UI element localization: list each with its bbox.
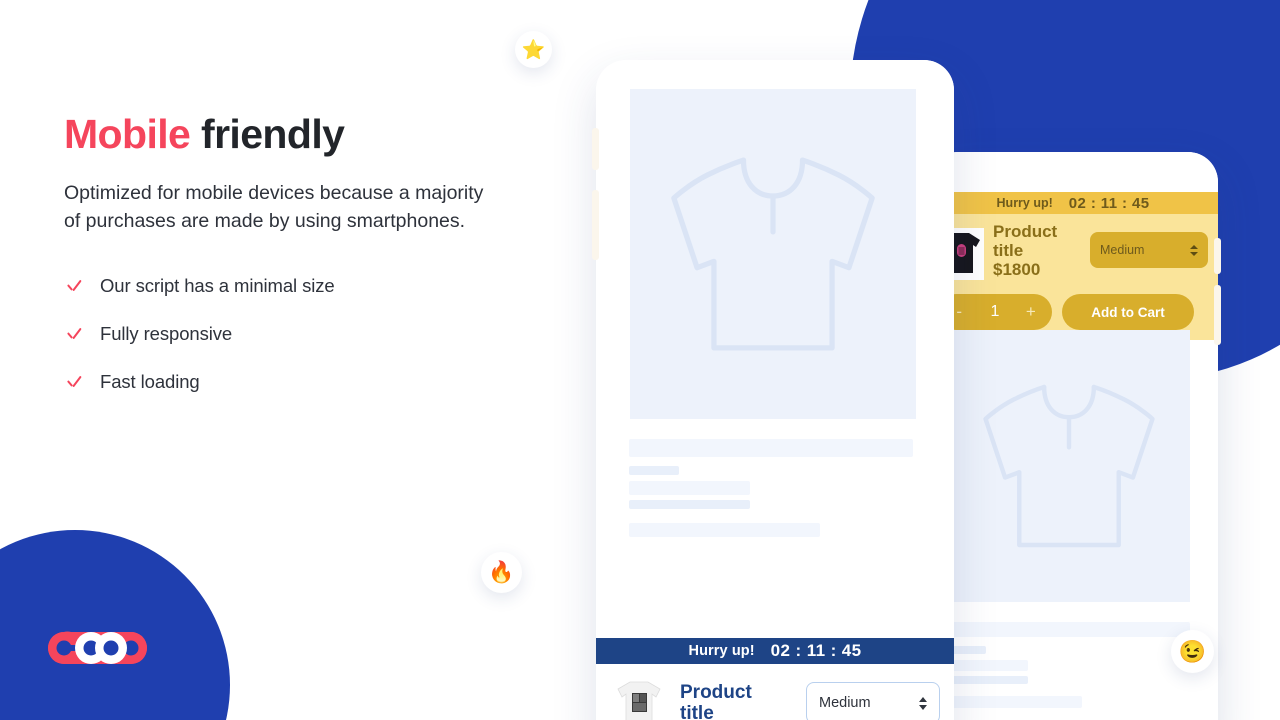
front-phone-side-button-lower[interactable] [592,190,599,260]
blue-blob-bottom-left [0,530,230,720]
back-skeleton-line-5 [948,696,1082,708]
front-phone-mockup: Hurry up! 02 : 11 : 45 Product title Med… [596,60,954,720]
wink-badge[interactable]: 😉 [1171,630,1214,673]
front-skeleton-line-3 [629,481,750,495]
front-skeleton-line-2 [629,466,679,475]
front-size-value: Medium [819,695,871,711]
front-phone-screen: Hurry up! 02 : 11 : 45 Product title Med… [596,60,954,720]
back-offer-action-row: - 1 + Add to Cart [938,294,1208,330]
headline-rest-word: friendly [190,111,345,157]
front-hurry-label: Hurry up! [688,643,755,659]
list-item: Fast loading [64,358,534,406]
front-offer-body: Product title Medium - 1 + [596,664,954,720]
front-size-select[interactable]: Medium [806,682,940,720]
fire-badge[interactable]: 🔥 [481,552,522,593]
wink-face-icon: 😉 [1178,638,1207,664]
back-qty-value: 1 [990,303,1000,320]
background-phone-mockup: Hurry up! 02 : 11 : 45 Product title $18… [928,152,1218,720]
back-qty-increase-button[interactable]: + [1020,302,1042,322]
front-phone-side-button-upper[interactable] [592,128,599,170]
back-product-image-placeholder [948,330,1190,602]
front-countdown-timer: 02 : 11 : 45 [770,641,862,660]
back-phone-side-button-lower[interactable] [1214,285,1221,345]
shirt-outline-icon [983,384,1155,548]
shirt-outline-icon [671,157,875,351]
feature-label: Fully responsive [100,322,233,344]
fire-icon: 🔥 [488,560,515,584]
back-offer-header: Hurry up! 02 : 11 : 45 [928,192,1218,214]
back-product-title: Product title [993,222,1058,261]
back-phone-offer-bar: Hurry up! 02 : 11 : 45 Product title $18… [928,192,1218,340]
back-size-value: Medium [1100,243,1145,257]
list-item: Fully responsive [64,310,534,358]
check-icon [66,278,82,294]
back-offer-product-row: Product title $1800 Medium [938,222,1208,286]
back-product-info: Product title $1800 [993,222,1067,280]
check-icon [66,374,82,390]
front-product-title: Product title [680,681,752,720]
back-select-stepper-arrows-icon [1190,244,1198,256]
back-skeleton-line-4 [948,676,1028,684]
back-phone-screen: Hurry up! 02 : 11 : 45 Product title $18… [928,152,1218,720]
slide-canvas: Hurry up! 02 : 11 : 45 Product title $18… [0,0,1280,720]
copy-column: Mobile friendly Optimized for mobile dev… [64,111,534,406]
back-countdown-timer: 02 : 11 : 45 [1068,194,1150,212]
brand-logo[interactable] [46,628,166,668]
back-add-to-cart-button[interactable]: Add to Cart [1062,294,1194,330]
feature-label: Our script has a minimal size [100,274,335,296]
front-select-stepper-arrows-icon [919,696,927,710]
gooo-logo-icon [48,631,147,664]
back-hurry-label: Hurry up! [996,196,1053,210]
back-skeleton-line-3 [948,660,1028,671]
back-quantity-stepper[interactable]: - 1 + [938,294,1052,330]
front-skeleton-line-1 [629,439,913,457]
front-offer-header: Hurry up! 02 : 11 : 45 [596,638,954,664]
white-tshirt-thumb-icon [610,674,668,720]
front-product-thumbnail[interactable] [610,674,668,720]
back-phone-side-button-upper[interactable] [1214,238,1221,274]
front-phone-offer-bar: Hurry up! 02 : 11 : 45 Product title Med… [596,638,954,720]
star-icon: ⭐ [521,39,546,61]
back-offer-body: Product title $1800 Medium - 1 + Add to … [928,214,1218,340]
front-offer-product-row: Product title Medium [610,674,940,720]
back-skeleton-line-1 [948,622,1190,637]
headline-accent-word: Mobile [64,111,191,157]
page-title: Mobile friendly [64,111,534,157]
feature-label: Fast loading [100,370,200,392]
front-skeleton-line-4 [629,500,750,509]
star-badge[interactable]: ⭐ [515,31,552,68]
list-item: Our script has a minimal size [64,262,534,310]
back-product-price: $1800 [993,260,1041,280]
check-icon [66,326,82,342]
back-size-select[interactable]: Medium [1090,232,1208,268]
front-product-image-placeholder [630,89,916,419]
feature-list: Our script has a minimal size Fully resp… [64,262,534,406]
front-skeleton-line-5 [629,523,820,537]
body-paragraph: Optimized for mobile devices because a m… [64,182,484,233]
